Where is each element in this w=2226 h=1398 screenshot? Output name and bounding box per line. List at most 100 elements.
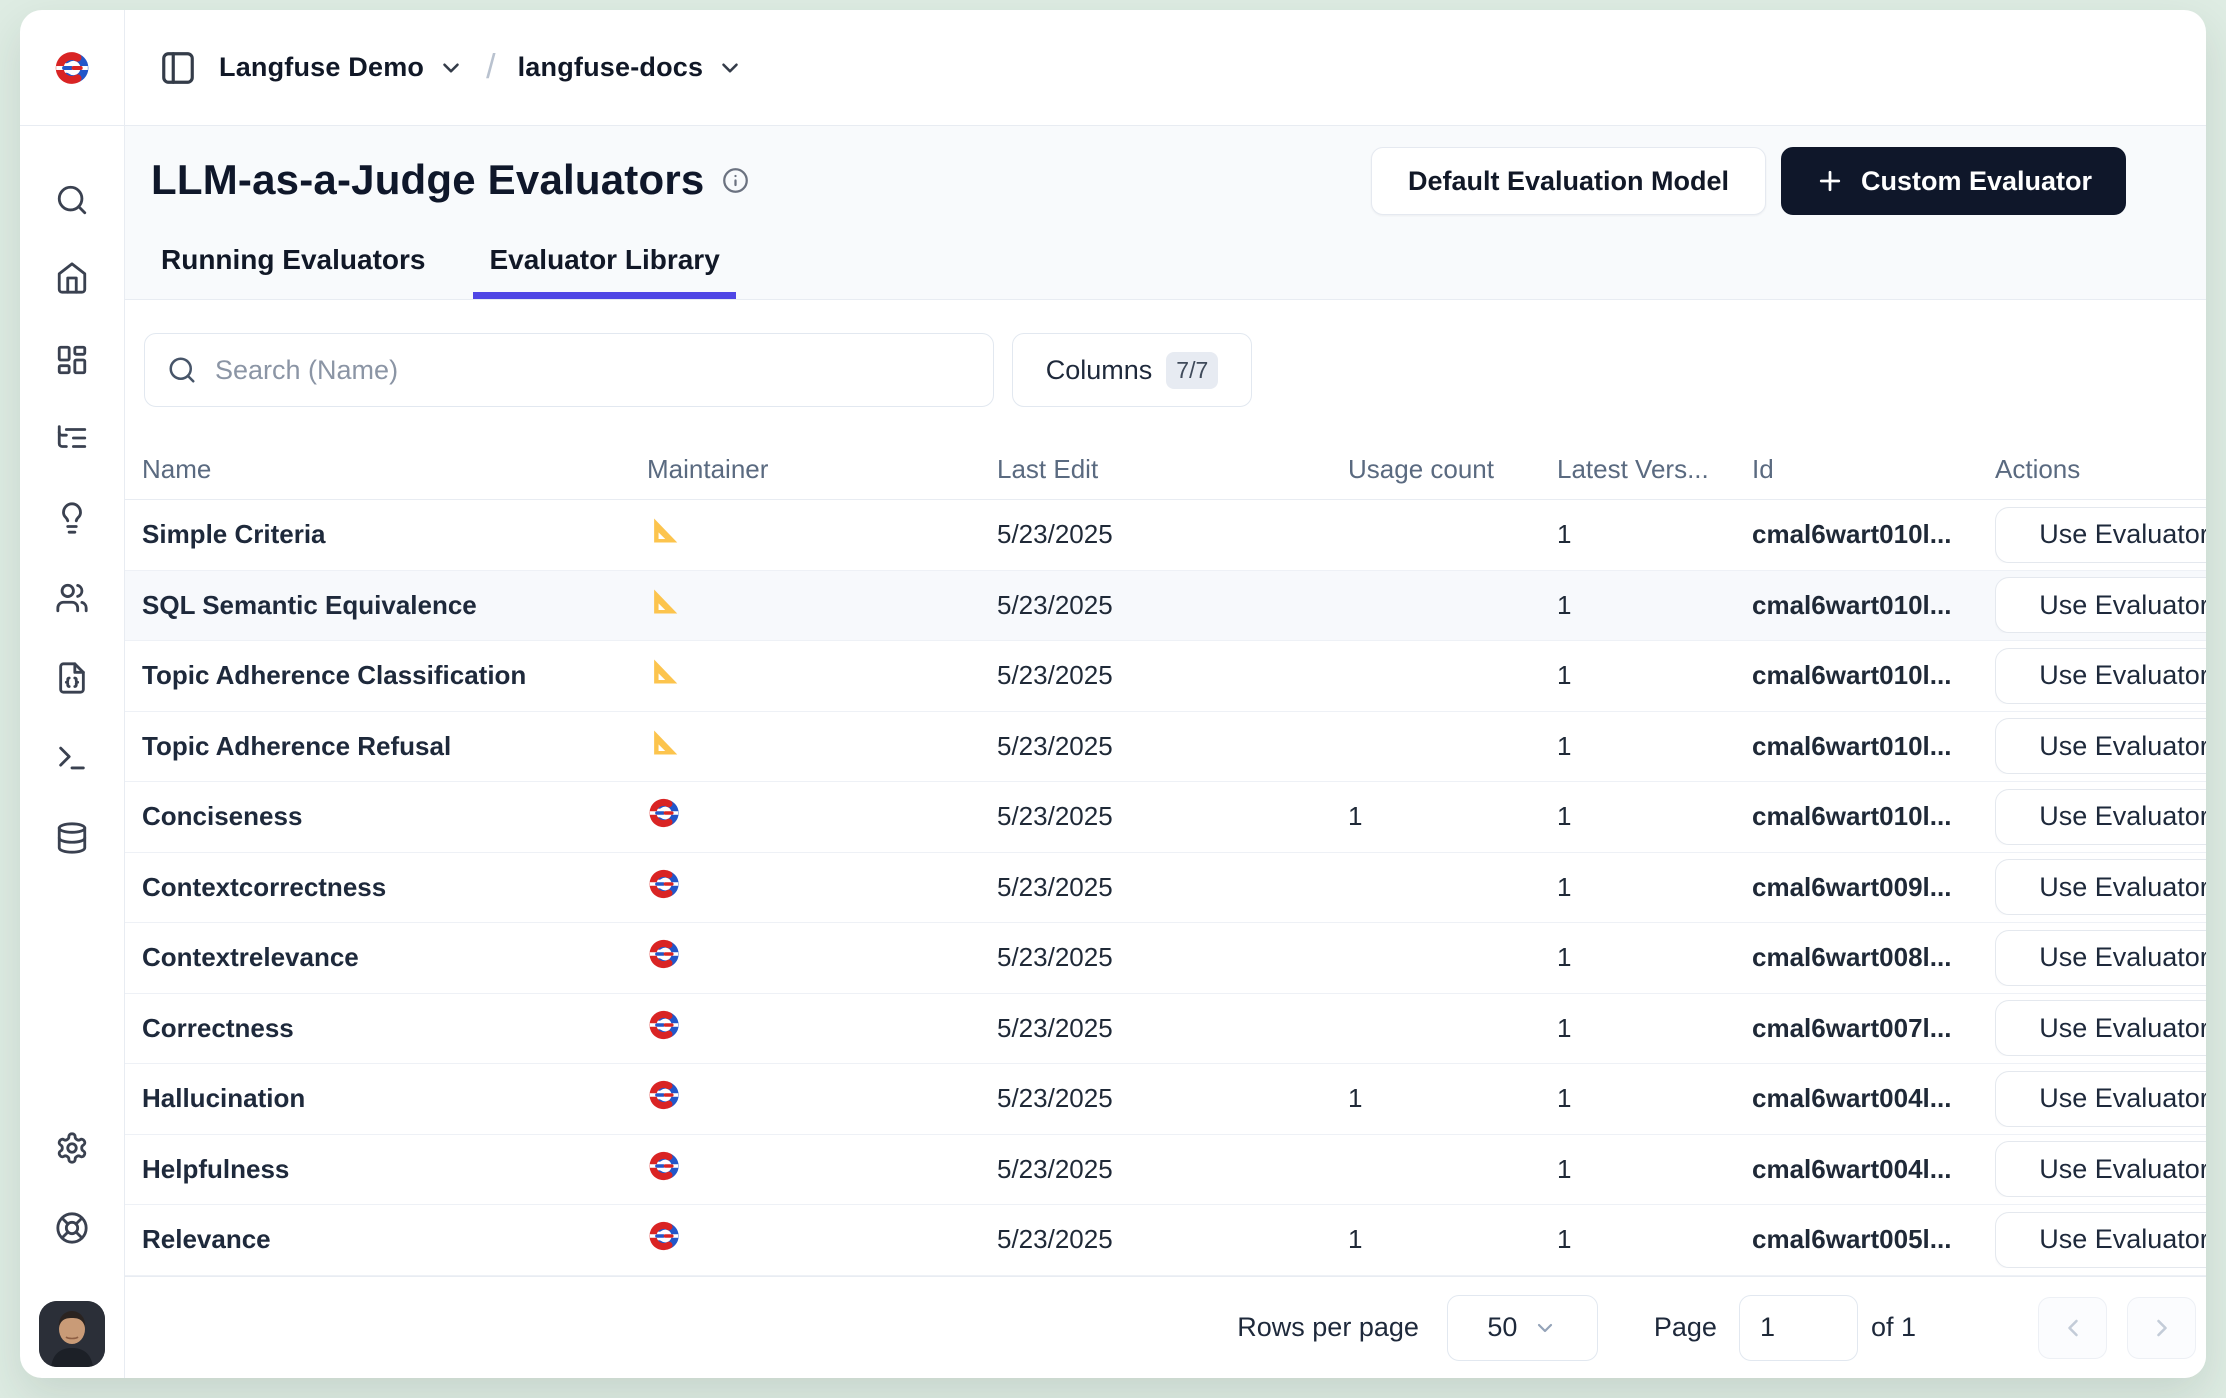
table-row[interactable]: Hallucination 5/23/202511cmal6wart004l..… — [125, 1064, 2206, 1135]
search-input[interactable] — [215, 355, 971, 386]
maintainer-cell — [647, 727, 997, 766]
use-evaluator-button[interactable]: Use Evaluator — [1995, 1141, 2206, 1197]
evaluator-name: Correctness — [142, 1013, 647, 1044]
evaluator-id: cmal6wart005l... — [1752, 1224, 1995, 1255]
tab-evaluator-library[interactable]: Evaluator Library — [473, 244, 735, 299]
chevron-down-icon[interactable] — [438, 55, 464, 81]
evaluator-id: cmal6wart010l... — [1752, 731, 1995, 762]
use-evaluator-button[interactable]: Use Evaluator — [1995, 789, 2206, 845]
home-icon[interactable] — [55, 261, 89, 295]
evaluator-id: cmal6wart010l... — [1752, 801, 1995, 832]
use-evaluator-button[interactable]: Use Evaluator — [1995, 648, 2206, 704]
lightbulb-icon[interactable] — [55, 501, 89, 535]
maintainer-cell — [647, 515, 997, 554]
custom-evaluator-button[interactable]: Custom Evaluator — [1781, 147, 2126, 215]
chevron-down-icon[interactable] — [717, 55, 743, 81]
settings-gear-icon[interactable] — [55, 1131, 89, 1165]
evaluator-name: Contextcorrectness — [142, 872, 647, 903]
use-evaluator-button[interactable]: Use Evaluator — [1995, 507, 2206, 563]
search-box[interactable] — [144, 333, 994, 407]
table-row[interactable]: SQL Semantic Equivalence 5/23/20251cmal6… — [125, 571, 2206, 642]
column-header-actions: Actions — [1995, 454, 2206, 485]
evaluator-name: Conciseness — [142, 801, 647, 832]
table-row[interactable]: Topic Adherence Refusal 5/23/20251cmal6w… — [125, 712, 2206, 783]
table-row[interactable]: Contextrelevance 5/23/20251cmal6wart008l… — [125, 923, 2206, 994]
chevron-right-icon — [2148, 1314, 2176, 1342]
usage-count-value: 1 — [1348, 1224, 1557, 1255]
column-header-last-edit[interactable]: Last Edit — [997, 454, 1348, 485]
support-lifebuoy-icon[interactable] — [55, 1211, 89, 1245]
langfuse-logo-icon — [647, 1078, 681, 1112]
evaluator-id: cmal6wart010l... — [1752, 590, 1995, 621]
evaluator-name: Helpfulness — [142, 1154, 647, 1185]
sidebar-toggle-icon[interactable] — [159, 49, 197, 87]
pagination-footer: Rows per page 50 Page of 1 — [125, 1276, 2206, 1378]
actions-cell: Use Evaluator — [1995, 789, 2206, 845]
columns-button[interactable]: Columns 7/7 — [1012, 333, 1252, 407]
next-page-button[interactable] — [2127, 1297, 2196, 1359]
latest-version-value: 1 — [1557, 1154, 1752, 1185]
app-logo[interactable] — [20, 10, 125, 125]
evaluator-name: Contextrelevance — [142, 942, 647, 973]
maintainer-cell — [647, 796, 997, 837]
column-header-name[interactable]: Name — [142, 454, 647, 485]
langfuse-logo-icon — [53, 49, 91, 87]
use-evaluator-button[interactable]: Use Evaluator — [1995, 718, 2206, 774]
info-icon[interactable] — [722, 167, 749, 194]
table-row[interactable]: Topic Adherence Classification 5/23/2025… — [125, 641, 2206, 712]
maintainer-cell — [647, 867, 997, 908]
user-avatar[interactable] — [39, 1301, 105, 1367]
column-header-id[interactable]: Id — [1752, 454, 1995, 485]
column-header-maintainer[interactable]: Maintainer — [647, 454, 997, 485]
rows-per-page-label: Rows per page — [1237, 1312, 1419, 1343]
rows-per-page-select[interactable]: 50 — [1447, 1295, 1598, 1361]
evaluator-id: cmal6wart009l... — [1752, 872, 1995, 903]
chevron-down-icon — [1533, 1316, 1557, 1340]
use-evaluator-button[interactable]: Use Evaluator — [1995, 930, 2206, 986]
latest-version-value: 1 — [1557, 872, 1752, 903]
actions-cell: Use Evaluator — [1995, 1141, 2206, 1197]
project-selector[interactable]: langfuse-docs — [518, 52, 704, 83]
users-icon[interactable] — [55, 581, 89, 615]
table-row[interactable]: Correctness 5/23/20251cmal6wart007l...Us… — [125, 994, 2206, 1065]
ragas-logo-icon — [647, 656, 679, 688]
column-header-usage-count[interactable]: Usage count — [1348, 454, 1557, 485]
table-row[interactable]: Relevance 5/23/202511cmal6wart005l...Use… — [125, 1205, 2206, 1276]
database-icon[interactable] — [55, 821, 89, 855]
dashboard-grid-icon[interactable] — [55, 343, 89, 377]
table-row[interactable]: Contextcorrectness 5/23/2025 1cmal6wart00… — [125, 853, 2206, 924]
tracing-tree-icon[interactable] — [55, 421, 89, 455]
ragas-logo-icon — [647, 727, 679, 759]
table-toolbar: Columns 7/7 — [125, 300, 2206, 440]
last-edit-date: 5/23/2025 — [997, 1224, 1348, 1255]
evaluator-name: SQL Semantic Equivalence — [142, 590, 647, 621]
table-row[interactable]: Simple Criteria 5/23/20251cmal6wart010l.… — [125, 500, 2206, 571]
page-number-input[interactable] — [1739, 1295, 1858, 1361]
use-evaluator-button[interactable]: Use Evaluator — [1995, 1071, 2206, 1127]
column-header-latest-version[interactable]: Latest Vers... — [1557, 454, 1752, 485]
terminal-icon[interactable] — [55, 741, 89, 775]
langfuse-logo-icon — [647, 796, 681, 830]
page-header: LLM-as-a-Judge Evaluators Default Evalua… — [125, 126, 2206, 300]
default-evaluation-model-button[interactable]: Default Evaluation Model — [1371, 147, 1766, 215]
last-edit-date: 5/23/2025 — [997, 660, 1348, 691]
table-row[interactable]: Helpfulness 5/23/20251cmal6wart004l...Us… — [125, 1135, 2206, 1206]
org-selector[interactable]: Langfuse Demo — [219, 52, 424, 83]
use-evaluator-button[interactable]: Use Evaluator — [1995, 577, 2206, 633]
tab-running-evaluators[interactable]: Running Evaluators — [145, 244, 441, 299]
use-evaluator-button[interactable]: Use Evaluator — [1995, 1212, 2206, 1268]
ragas-logo-icon — [647, 586, 679, 618]
use-evaluator-button[interactable]: Use Evaluator — [1995, 1000, 2206, 1056]
last-edit-date: 5/23/2025 — [997, 519, 1348, 550]
use-evaluator-button[interactable]: Use Evaluator — [1995, 859, 2206, 915]
table-row[interactable]: Conciseness 5/23/202511cmal6wart010l...U… — [125, 782, 2206, 853]
last-edit-date: 5/23/2025 — [997, 872, 1348, 903]
breadcrumb-separator: / — [486, 48, 495, 87]
search-icon[interactable] — [55, 183, 89, 217]
previous-page-button[interactable] — [2038, 1297, 2107, 1359]
file-code-icon[interactable] — [55, 661, 89, 695]
main-content: LLM-as-a-Judge Evaluators Default Evalua… — [125, 126, 2206, 1378]
last-edit-date: 5/23/2025 — [997, 590, 1348, 621]
columns-count-badge: 7/7 — [1166, 352, 1218, 389]
page-title: LLM-as-a-Judge Evaluators — [151, 156, 704, 204]
